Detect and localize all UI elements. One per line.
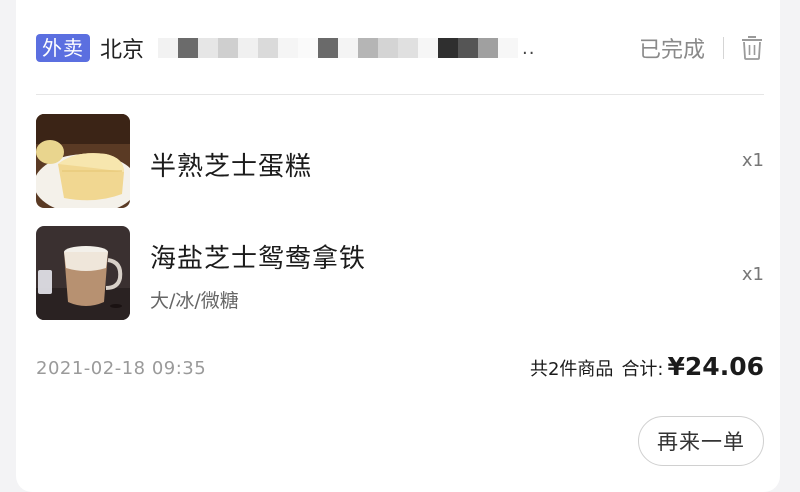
order-summary: 共2件商品 合计: ¥24.06 [530, 352, 764, 381]
address-prefix: 北京 [100, 38, 144, 63]
list-item[interactable]: 半熟芝士蛋糕 x1 [36, 114, 764, 208]
reorder-button[interactable]: 再来一单 [638, 416, 764, 466]
address-mosaic [158, 37, 518, 59]
latte-image [36, 226, 130, 320]
status-area: 已完成 [639, 32, 764, 64]
order-datetime: 2021-02-18 09:35 [36, 358, 207, 379]
order-header: 外卖 北京 .. 已完成 [36, 26, 764, 70]
address-ellipsis: .. [522, 37, 536, 59]
trash-icon[interactable] [740, 35, 764, 61]
item-count: 共2件商品 [529, 359, 614, 380]
item-name: 半熟芝士蛋糕 [150, 152, 313, 182]
delivery-tag: 外卖 [36, 34, 90, 62]
total-label: 合计: [621, 359, 664, 380]
order-status: 已完成 [638, 38, 705, 63]
item-quantity: x1 [741, 150, 764, 171]
item-spec: 大/冰/微糖 [150, 290, 239, 312]
store-address: 北京 .. [100, 32, 535, 64]
header-separator [36, 94, 764, 95]
cheesecake-image [36, 114, 130, 208]
order-card[interactable]: 外卖 北京 .. 已完成 半熟芝士蛋糕 x1 海盐芝士鸳鸯拿铁 大/冰/微糖 x… [16, 0, 780, 492]
item-name: 海盐芝士鸳鸯拿铁 [150, 244, 367, 274]
total-price: ¥24.06 [667, 352, 764, 381]
list-item[interactable]: 海盐芝士鸳鸯拿铁 大/冰/微糖 x1 [36, 226, 764, 320]
item-quantity: x1 [741, 264, 764, 285]
header-divider [723, 37, 724, 59]
